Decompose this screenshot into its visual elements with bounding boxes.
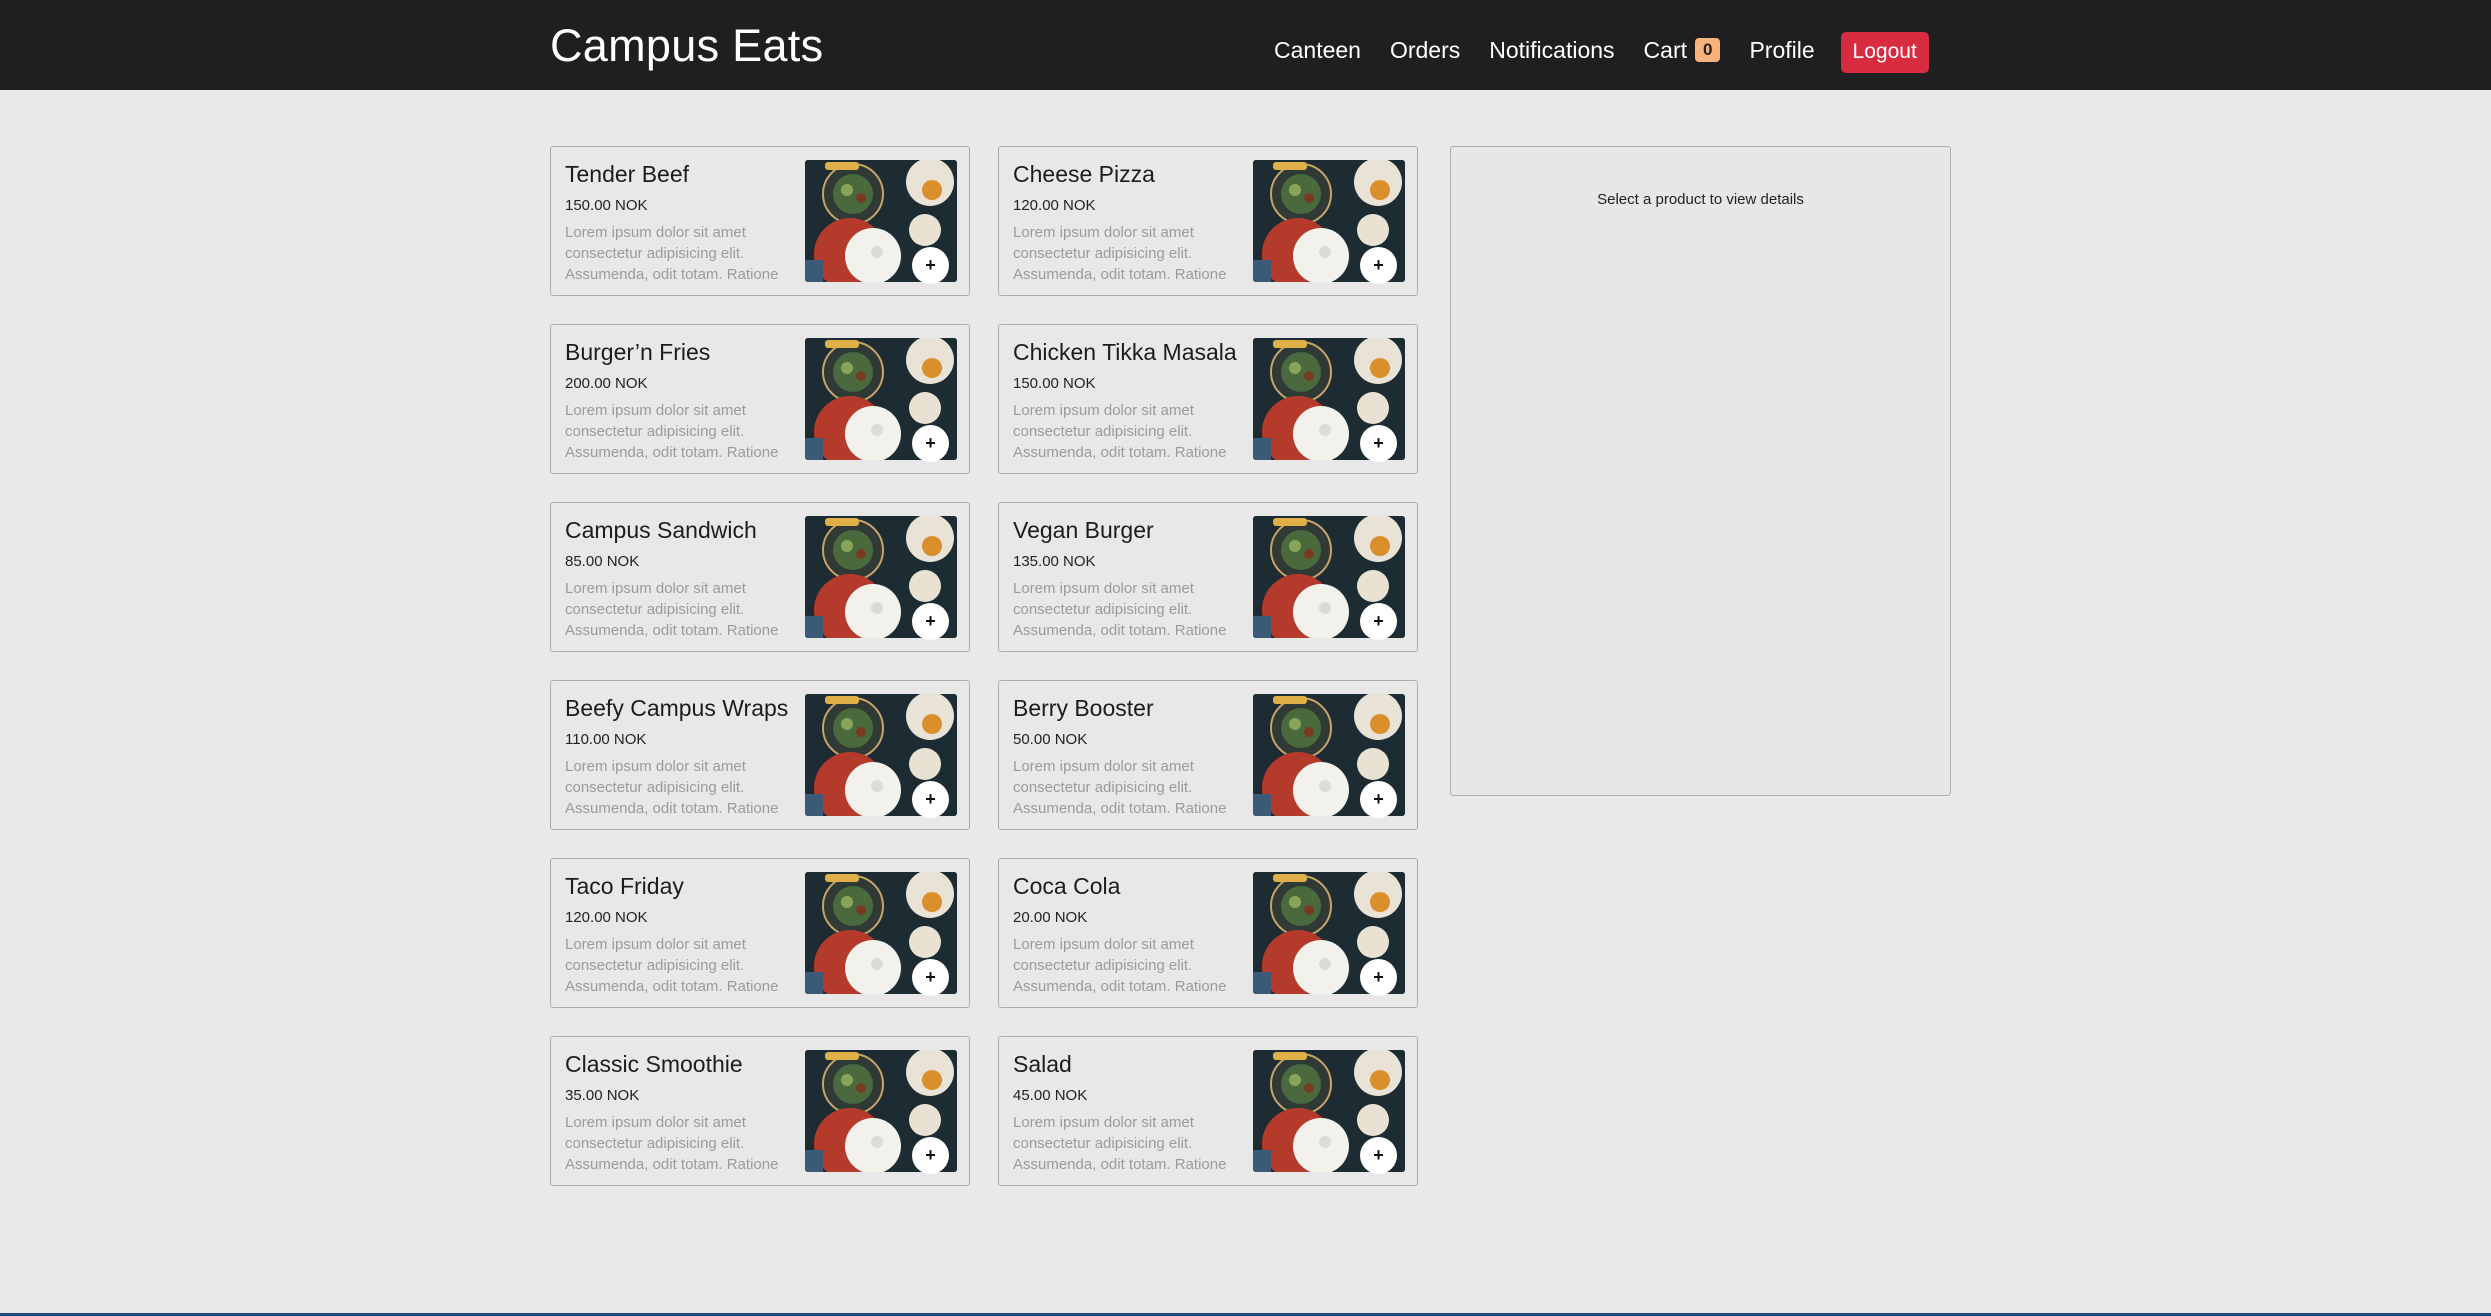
product-name: Vegan Burger: [1013, 517, 1154, 543]
product-card[interactable]: Cheese Pizza 120.00 NOK Lorem ipsum dolor …: [998, 146, 1418, 296]
product-price: 200.00 NOK: [565, 375, 648, 392]
top-navbar: Campus Eats Canteen Orders Notifications…: [0, 0, 2491, 90]
product-price: 120.00 NOK: [565, 909, 648, 926]
add-to-cart-button[interactable]: +: [912, 1137, 949, 1174]
product-price: 85.00 NOK: [565, 553, 640, 570]
product-card[interactable]: Campus Sandwich 85.00 NOK Lorem ipsum dolo…: [550, 502, 970, 652]
product-name: Classic Smoothie: [565, 1051, 743, 1077]
product-description: Lorem ipsum dolor sit amet consectetur a…: [1013, 758, 1227, 817]
product-description: Lorem ipsum dolor sit amet consectetur a…: [565, 402, 779, 461]
product-card[interactable]: Chicken Tikka Masala 150.00 NOK Lorem ipsu…: [998, 324, 1418, 474]
product-price: 50.00 NOK: [1013, 731, 1088, 748]
product-description: Lorem ipsum dolor sit amet consectetur a…: [1013, 1114, 1227, 1173]
product-name: Taco Friday: [565, 873, 684, 899]
product-price: 35.00 NOK: [565, 1087, 640, 1104]
product-name: Burger’n Fries: [565, 339, 711, 365]
product-name: Salad: [1013, 1051, 1072, 1077]
product-description: Lorem ipsum dolor sit amet consectetur a…: [1013, 936, 1227, 995]
product-name: Berry Booster: [1013, 695, 1154, 721]
product-card[interactable]: Taco Friday 120.00 NOK Lorem ipsum dolor s…: [550, 858, 970, 1008]
product-name: Beefy Campus Wraps: [565, 695, 789, 721]
product-description: Lorem ipsum dolor sit amet consectetur a…: [565, 224, 779, 283]
nav-link-orders[interactable]: Orders: [1390, 37, 1460, 64]
product-name: Cheese Pizza: [1013, 161, 1155, 187]
product-name: Chicken Tikka Masala: [1013, 339, 1237, 365]
add-to-cart-button[interactable]: +: [912, 959, 949, 996]
add-to-cart-button[interactable]: +: [1360, 247, 1397, 284]
add-to-cart-button[interactable]: +: [1360, 603, 1397, 640]
product-card[interactable]: Classic Smoothie 35.00 NOK Lorem ipsum dol…: [550, 1036, 970, 1186]
product-card[interactable]: Coca Cola 20.00 NOK Lorem ipsum dolor sit …: [998, 858, 1418, 1008]
product-price: 20.00 NOK: [1013, 909, 1088, 926]
add-to-cart-button[interactable]: +: [1360, 1137, 1397, 1174]
product-description: Lorem ipsum dolor sit amet consectetur a…: [1013, 224, 1227, 283]
product-card[interactable]: Vegan Burger 135.00 NOK Lorem ipsum dolor …: [998, 502, 1418, 652]
product-name: Coca Cola: [1013, 873, 1121, 899]
brand-title[interactable]: Campus Eats: [550, 20, 823, 72]
product-price: 45.00 NOK: [1013, 1087, 1088, 1104]
product-price: 150.00 NOK: [565, 197, 648, 214]
product-detail-panel: Select a product to view details: [1450, 146, 1951, 796]
product-card[interactable]: Beefy Campus Wraps 110.00 NOK Lorem ipsum …: [550, 680, 970, 830]
product-price: 150.00 NOK: [1013, 375, 1096, 392]
add-to-cart-button[interactable]: +: [1360, 425, 1397, 462]
add-to-cart-button[interactable]: +: [912, 425, 949, 462]
product-price: 135.00 NOK: [1013, 553, 1096, 570]
product-card[interactable]: Salad 45.00 NOK Lorem ipsum dolor sit amet…: [998, 1036, 1418, 1186]
logout-button[interactable]: Logout: [1840, 31, 1929, 73]
nav-link-profile[interactable]: Profile: [1749, 37, 1814, 64]
add-to-cart-button[interactable]: +: [912, 247, 949, 284]
product-name: Campus Sandwich: [565, 517, 757, 543]
detail-placeholder: Select a product to view details: [1597, 191, 1804, 208]
add-to-cart-button[interactable]: +: [912, 781, 949, 818]
product-card[interactable]: Tender Beef 150.00 NOK Lorem ipsum dolor s…: [550, 146, 970, 296]
product-name: Tender Beef: [565, 161, 690, 187]
add-to-cart-button[interactable]: +: [912, 603, 949, 640]
product-card[interactable]: Burger’n Fries 200.00 NOK Lorem ipsum dolo…: [550, 324, 970, 474]
product-description: Lorem ipsum dolor sit amet consectetur a…: [565, 1114, 779, 1173]
add-to-cart-button[interactable]: +: [1360, 781, 1397, 818]
cart-label: Cart: [1643, 36, 1687, 63]
nav-link-cart[interactable]: Cart 0: [1644, 37, 1721, 64]
product-price: 120.00 NOK: [1013, 197, 1096, 214]
product-card[interactable]: Berry Booster 50.00 NOK Lorem ipsum dolor …: [998, 680, 1418, 830]
add-to-cart-button[interactable]: +: [1360, 959, 1397, 996]
cart-count-badge: 0: [1695, 38, 1721, 62]
nav-link-notifications[interactable]: Notifications: [1489, 37, 1614, 64]
product-description: Lorem ipsum dolor sit amet consectetur a…: [565, 580, 779, 639]
product-description: Lorem ipsum dolor sit amet consectetur a…: [565, 758, 779, 817]
nav-link-canteen[interactable]: Canteen: [1274, 37, 1361, 64]
product-description: Lorem ipsum dolor sit amet consectetur a…: [1013, 402, 1227, 461]
product-description: Lorem ipsum dolor sit amet consectetur a…: [565, 936, 779, 995]
product-price: 110.00 NOK: [565, 731, 647, 748]
product-description: Lorem ipsum dolor sit amet consectetur a…: [1013, 580, 1227, 639]
nav-links: Canteen Orders Notifications Cart 0 Prof…: [1274, 0, 1929, 100]
